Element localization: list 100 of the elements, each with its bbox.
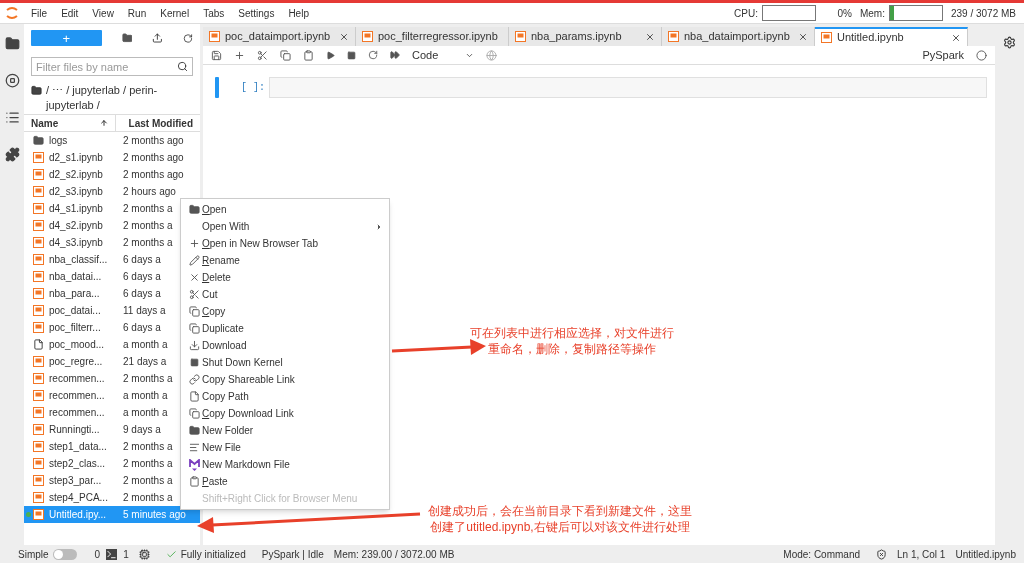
stop-circle-icon[interactable]: [4, 73, 20, 88]
menu-item[interactable]: Kernel: [153, 5, 197, 21]
copy-icon[interactable]: [280, 49, 291, 61]
close-icon[interactable]: [339, 31, 349, 42]
menu-item[interactable]: Run: [120, 5, 154, 21]
modified-time: 2 months ago: [123, 134, 184, 148]
close-icon[interactable]: [798, 31, 808, 42]
menu-item[interactable]: Edit: [54, 5, 86, 21]
notebook-icon: [33, 390, 44, 401]
modified-time: 21 days a: [123, 355, 167, 369]
puzzle-icon[interactable]: [4, 147, 20, 162]
file-name: Untitled.ipynb: [955, 547, 1016, 562]
new-folder-icon[interactable]: [121, 32, 133, 44]
terminal-icon[interactable]: [106, 548, 118, 560]
modified-time: a month a: [123, 406, 168, 420]
breadcrumb-path[interactable]: / ⋯ / jupyterlab / perin-jupyterlab /: [46, 83, 193, 113]
copy-icon: [188, 323, 200, 334]
column-header[interactable]: Name: [24, 115, 116, 131]
link-icon: [188, 374, 200, 385]
menu-item[interactable]: View: [85, 5, 121, 21]
clipboard-icon[interactable]: [303, 49, 314, 61]
notebook-icon: [362, 31, 373, 42]
restart-icon[interactable]: [368, 50, 378, 60]
check-icon: [165, 548, 177, 560]
app-logo-icon[interactable]: [5, 6, 19, 20]
notebook-icon: [33, 356, 44, 367]
notebook-tab[interactable]: poc_filterregressor.ipynb: [356, 27, 509, 46]
menu-item[interactable]: Settings: [231, 5, 282, 21]
file-name: Runningti...: [49, 423, 101, 437]
upload-icon[interactable]: [152, 32, 164, 44]
active-cell-marker: [215, 77, 219, 98]
cell-type-dropdown[interactable]: Code: [412, 46, 474, 64]
notebook-icon: [209, 31, 220, 42]
stop-icon[interactable]: [347, 50, 356, 60]
notebook-icon: [33, 169, 44, 180]
close-icon[interactable]: [951, 32, 961, 43]
copy-icon: [188, 306, 200, 317]
refresh-icon[interactable]: [183, 32, 193, 44]
file-name: recommen...: [49, 406, 106, 420]
play-icon[interactable]: [326, 50, 335, 60]
modified-time: 2 hours ago: [123, 185, 176, 199]
modified-time: 2 months a: [123, 474, 173, 488]
code-cell[interactable]: [269, 77, 987, 98]
menu-item[interactable]: Help: [281, 5, 316, 21]
chip-icon[interactable]: [138, 548, 150, 560]
notebook-tab[interactable]: Untitled.ipynb: [815, 27, 968, 46]
simple-label: Simple: [18, 547, 49, 562]
column-header[interactable]: Last Modified: [116, 115, 200, 131]
notebook-icon: [33, 220, 44, 231]
folder-plus-icon: [188, 425, 200, 436]
plus-icon[interactable]: [234, 49, 245, 61]
annotation-text: 创建了utitled.ipynb,右键后可以对该文件进行处理: [430, 519, 690, 535]
scissors-icon[interactable]: [257, 49, 268, 61]
notebook-icon: [821, 32, 832, 43]
save-icon[interactable]: [211, 49, 222, 61]
file-name: poc_datai...: [49, 304, 102, 318]
menu-item[interactable]: Tabs: [196, 5, 232, 21]
folder-icon[interactable]: [4, 36, 20, 51]
settings-icon[interactable]: [1003, 36, 1016, 49]
cursor-position[interactable]: Ln 1, Col 1: [897, 546, 946, 562]
notebook-icon: [33, 424, 44, 435]
close-icon[interactable]: [645, 31, 655, 42]
kernel-count: 1: [123, 547, 129, 562]
cpu-reading: 0%: [836, 6, 852, 21]
filter-field[interactable]: Filter files by name: [31, 57, 193, 76]
pencil-icon: [188, 255, 200, 266]
kernel-status[interactable]: PySpark | Idle: [261, 546, 324, 562]
memory-usage: Mem: 239.00 / 3072.00 MB: [333, 547, 455, 562]
shield-icon[interactable]: [876, 548, 888, 560]
file-name: nba_datai...: [49, 270, 103, 284]
notebook-icon: [33, 305, 44, 316]
file-name: step1_data...: [49, 440, 108, 454]
download-icon: [188, 340, 200, 351]
cell-prompt: [ ]:: [241, 81, 266, 95]
file-name: d2_s3.ipynb: [49, 185, 104, 199]
mode-indicator[interactable]: Mode: Command: [783, 546, 861, 562]
kernel-name[interactable]: PySpark: [922, 46, 964, 64]
list-icon[interactable]: [4, 110, 20, 125]
folder-icon: [33, 135, 44, 146]
notebook-tab[interactable]: nba_dataimport.ipynb: [662, 27, 815, 46]
file-row[interactable]: step4_PCA... 2 months a: [24, 489, 200, 506]
modified-time: 2 months a: [123, 219, 173, 233]
modified-time: 11 days a: [123, 304, 166, 318]
file-row[interactable]: d2_s3.ipynb 2 hours ago: [24, 183, 200, 200]
file-row[interactable]: logs 2 months ago: [24, 132, 200, 149]
fast-forward-icon[interactable]: [390, 50, 400, 60]
notebook-icon: [33, 509, 44, 520]
file-name: d4_s1.ipynb: [49, 202, 104, 216]
notebook-tab[interactable]: poc_dataimport.ipynb: [203, 27, 356, 46]
file-row[interactable]: d2_s2.ipynb 2 months ago: [24, 166, 200, 183]
notebook-icon: [33, 186, 44, 197]
notebook-tab[interactable]: nba_params.ipynb: [509, 27, 662, 46]
modified-time: 2 months a: [123, 202, 173, 216]
simple-toggle[interactable]: [52, 548, 77, 560]
folder-icon[interactable]: [31, 85, 42, 96]
stop-icon: [189, 358, 199, 367]
file-row[interactable]: d2_s1.ipynb 2 months ago: [24, 149, 200, 166]
menu-item[interactable]: File: [24, 5, 55, 21]
init-status: Fully initialized: [180, 547, 246, 562]
file-name: d4_s2.ipynb: [49, 219, 104, 233]
